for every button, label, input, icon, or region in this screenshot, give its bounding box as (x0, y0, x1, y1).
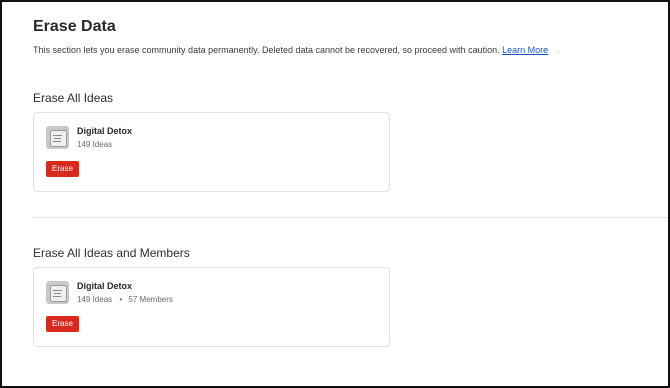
meta-separator: • (119, 295, 123, 304)
erase-ideas-and-members-button[interactable]: Erase (46, 316, 79, 332)
community-meta: 149 Ideas (77, 140, 112, 149)
ideas-count: 149 Ideas (77, 295, 113, 304)
section-title-erase-all-ideas: Erase All Ideas (33, 91, 114, 105)
community-name: Digital Detox (77, 281, 133, 291)
erase-all-ideas-button[interactable]: Erase (46, 161, 79, 177)
community-card: Digital Detox 149 Ideas Erase (33, 112, 390, 192)
members-count: 57 Members (128, 295, 173, 304)
community-thumbnail (46, 126, 69, 149)
intro-text-row: This section lets you erase community da… (33, 45, 548, 55)
ideas-count: 149 Ideas (77, 140, 113, 149)
community-card: Digital Detox 149 Ideas • 57 Members Era… (33, 267, 390, 347)
community-meta: 149 Ideas • 57 Members (77, 295, 173, 304)
section-title-erase-ideas-and-members: Erase All Ideas and Members (33, 246, 190, 260)
community-thumbnail (46, 281, 69, 304)
learn-more-link[interactable]: Learn More (502, 45, 548, 55)
section-divider (33, 217, 668, 218)
community-name: Digital Detox (77, 126, 133, 136)
erase-data-panel: Erase Data This section lets you erase c… (0, 0, 670, 388)
intro-text: This section lets you erase community da… (33, 45, 500, 55)
page-title: Erase Data (33, 18, 116, 35)
